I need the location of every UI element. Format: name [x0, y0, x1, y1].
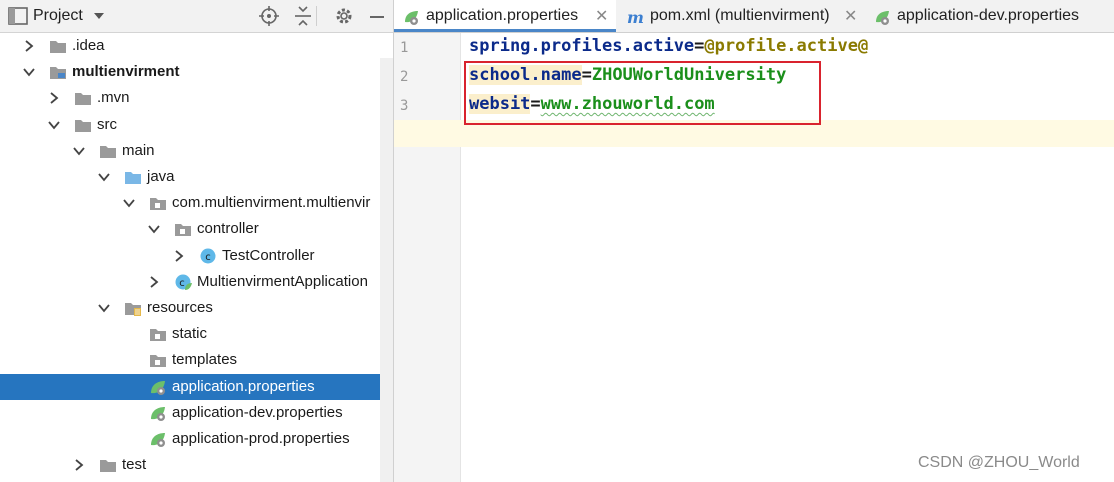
package-icon — [150, 355, 166, 368]
tree-item[interactable]: multienvirment — [0, 59, 393, 85]
chevron-down-icon[interactable] — [147, 222, 161, 236]
svg-text:m: m — [627, 8, 644, 26]
folder-icon — [75, 119, 91, 132]
chevron-right-icon[interactable] — [147, 275, 161, 289]
tree-item-label: java — [147, 168, 175, 185]
property-value: @profile.active@ — [704, 36, 869, 56]
chevron-down-icon[interactable] — [92, 10, 106, 22]
toolbar-separator — [316, 6, 317, 26]
tree-item-label: application-prod.properties — [172, 430, 350, 447]
tree-item[interactable]: c MultienvirmentApplication — [0, 269, 393, 295]
tab-label: application-dev.properties — [897, 7, 1080, 24]
tree-item-label: application-dev.properties — [172, 403, 343, 421]
maven-icon: m — [627, 8, 644, 26]
tree-item[interactable]: templates — [0, 347, 393, 373]
chevron-down-icon[interactable] — [47, 118, 61, 132]
folder-icon — [100, 460, 116, 473]
spring-properties-icon — [151, 433, 165, 447]
project-title[interactable]: Project — [33, 7, 83, 25]
spring-properties-icon — [405, 11, 418, 25]
folder-icon — [100, 145, 116, 158]
source-folder-icon — [125, 172, 141, 184]
collapse-all-icon[interactable] — [291, 4, 315, 28]
line-number-gutter: 1 2 3 4 — [394, 33, 461, 482]
folder-icon — [75, 93, 91, 106]
tree-item[interactable]: java — [0, 164, 393, 190]
tree-item[interactable]: c TestController — [0, 243, 393, 269]
spring-properties-icon — [151, 380, 165, 395]
tree-item-label: TestController — [222, 246, 315, 264]
spring-boot-class-icon: c — [175, 274, 192, 290]
chevron-right-icon[interactable] — [22, 39, 36, 53]
tree-item-label: com.multienvirment.multienvir — [172, 194, 371, 212]
svg-text:c: c — [179, 278, 185, 289]
minimize-icon[interactable] — [365, 4, 389, 28]
package-icon — [175, 224, 191, 237]
close-icon[interactable]: ✕ — [844, 6, 857, 26]
tree-item-label: MultienvirmentApplication — [197, 272, 368, 290]
line-number: 2 — [400, 69, 409, 85]
package-icon — [150, 198, 166, 211]
tree-item[interactable]: application.properties — [0, 373, 393, 400]
class-icon: c — [200, 248, 216, 264]
tab-label: pom.xml (multienvirment) — [650, 7, 830, 24]
tree-item[interactable]: static — [0, 321, 393, 347]
watermark: CSDN @ZHOU_World — [918, 454, 1080, 471]
folder-icon — [50, 41, 66, 53]
tab-label: application.properties — [426, 7, 579, 24]
chevron-down-icon[interactable] — [97, 301, 111, 315]
tree-item[interactable]: test — [0, 452, 393, 478]
code-line-1[interactable]: spring.profiles.active=@profile.active@ — [469, 36, 868, 56]
project-header: Project — [0, 0, 393, 33]
tree-item-label: src — [97, 115, 117, 133]
tree-item[interactable]: main — [0, 138, 393, 164]
gear-icon[interactable] — [332, 4, 356, 28]
tree-item[interactable]: .idea — [0, 33, 393, 59]
property-key: spring.profiles.active — [469, 36, 695, 56]
module-folder-icon — [50, 67, 66, 80]
tree-item[interactable]: controller — [0, 216, 393, 242]
highlight-annotation-box — [464, 61, 821, 125]
tree-item-label: .mvn — [97, 89, 130, 107]
tree-item-label: multienvirment — [72, 63, 180, 81]
tree-item-label: application.properties — [172, 377, 315, 395]
line-number: 3 — [400, 98, 409, 114]
tree-item[interactable]: com.multienvirment.multienvir — [0, 190, 393, 216]
tree-item-label: test — [122, 456, 147, 474]
chevron-right-icon[interactable] — [72, 458, 86, 472]
chevron-down-icon[interactable] — [122, 196, 136, 210]
project-view-icon[interactable] — [6, 4, 30, 28]
tree-item[interactable]: application-prod.properties — [0, 426, 393, 452]
resources-folder-icon — [125, 303, 141, 316]
spring-properties-icon — [876, 11, 889, 25]
chevron-down-icon[interactable] — [22, 65, 36, 79]
close-icon[interactable]: ✕ — [595, 6, 608, 26]
tree-item[interactable]: src — [0, 112, 393, 138]
chevron-down-icon[interactable] — [72, 144, 86, 158]
package-icon — [150, 329, 166, 342]
equals-sign: = — [694, 36, 705, 56]
tree-item-label: main — [122, 141, 155, 159]
svg-text:c: c — [205, 252, 211, 263]
tab-pom-xml[interactable]: m pom.xml (multienvirment) ✕ — [618, 0, 863, 32]
project-panel: Project .idea multienvirment .mvn src main ja… — [0, 0, 394, 482]
tree-item[interactable]: application-dev.properties — [0, 400, 393, 426]
tree-item-label: static — [172, 325, 208, 343]
chevron-right-icon[interactable] — [47, 91, 61, 105]
editor-tabs: application.properties ✕ m pom.xml (mult… — [394, 0, 1114, 33]
tab-application-dev-properties[interactable]: application-dev.properties — [865, 0, 1114, 32]
tree-item-label: templates — [172, 351, 238, 369]
chevron-right-icon[interactable] — [172, 249, 186, 263]
chevron-down-icon[interactable] — [97, 170, 111, 184]
tree-item[interactable]: .mvn — [0, 85, 393, 111]
spring-properties-icon — [151, 406, 165, 421]
tree-item-label: .idea — [72, 37, 105, 54]
tree-item-label: controller — [197, 220, 259, 238]
locate-file-icon[interactable] — [257, 4, 281, 28]
tree-scrollbar[interactable] — [380, 58, 393, 482]
tab-application-properties[interactable]: application.properties ✕ — [394, 0, 616, 32]
tree-item-label: resources — [147, 299, 213, 316]
tree-item[interactable]: resources — [0, 295, 393, 321]
line-number: 1 — [400, 40, 409, 56]
